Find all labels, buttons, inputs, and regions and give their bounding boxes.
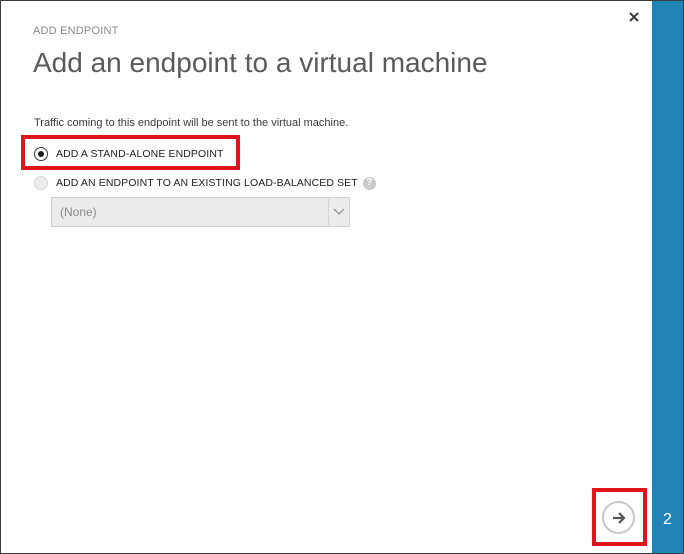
add-endpoint-dialog: ADD ENDPOINT Add an endpoint to a virtua… [0,0,684,554]
help-icon[interactable]: ? [362,176,376,190]
load-balanced-set-radio[interactable] [34,176,48,190]
wizard-step-number: 2 [663,511,672,528]
chevron-down-icon [328,198,349,226]
arrow-right-icon [612,511,626,524]
dialog-eyebrow: ADD ENDPOINT [33,25,119,37]
select-value: (None) [60,205,97,219]
load-balanced-set-label: ADD AN ENDPOINT TO AN EXISTING LOAD-BALA… [56,177,358,189]
next-button[interactable] [602,501,635,534]
load-balanced-set-select[interactable]: (None) [51,197,350,227]
annotation-highlight-standalone [21,135,240,170]
load-balanced-set-option[interactable]: ADD AN ENDPOINT TO AN EXISTING LOAD-BALA… [34,174,376,192]
close-icon[interactable] [626,9,642,25]
dialog-description: Traffic coming to this endpoint will be … [34,117,349,129]
dialog-content: ADD ENDPOINT Add an endpoint to a virtua… [1,1,652,553]
page-title: Add an endpoint to a virtual machine [33,47,488,78]
wizard-step-sidebar: 2 [652,1,683,553]
